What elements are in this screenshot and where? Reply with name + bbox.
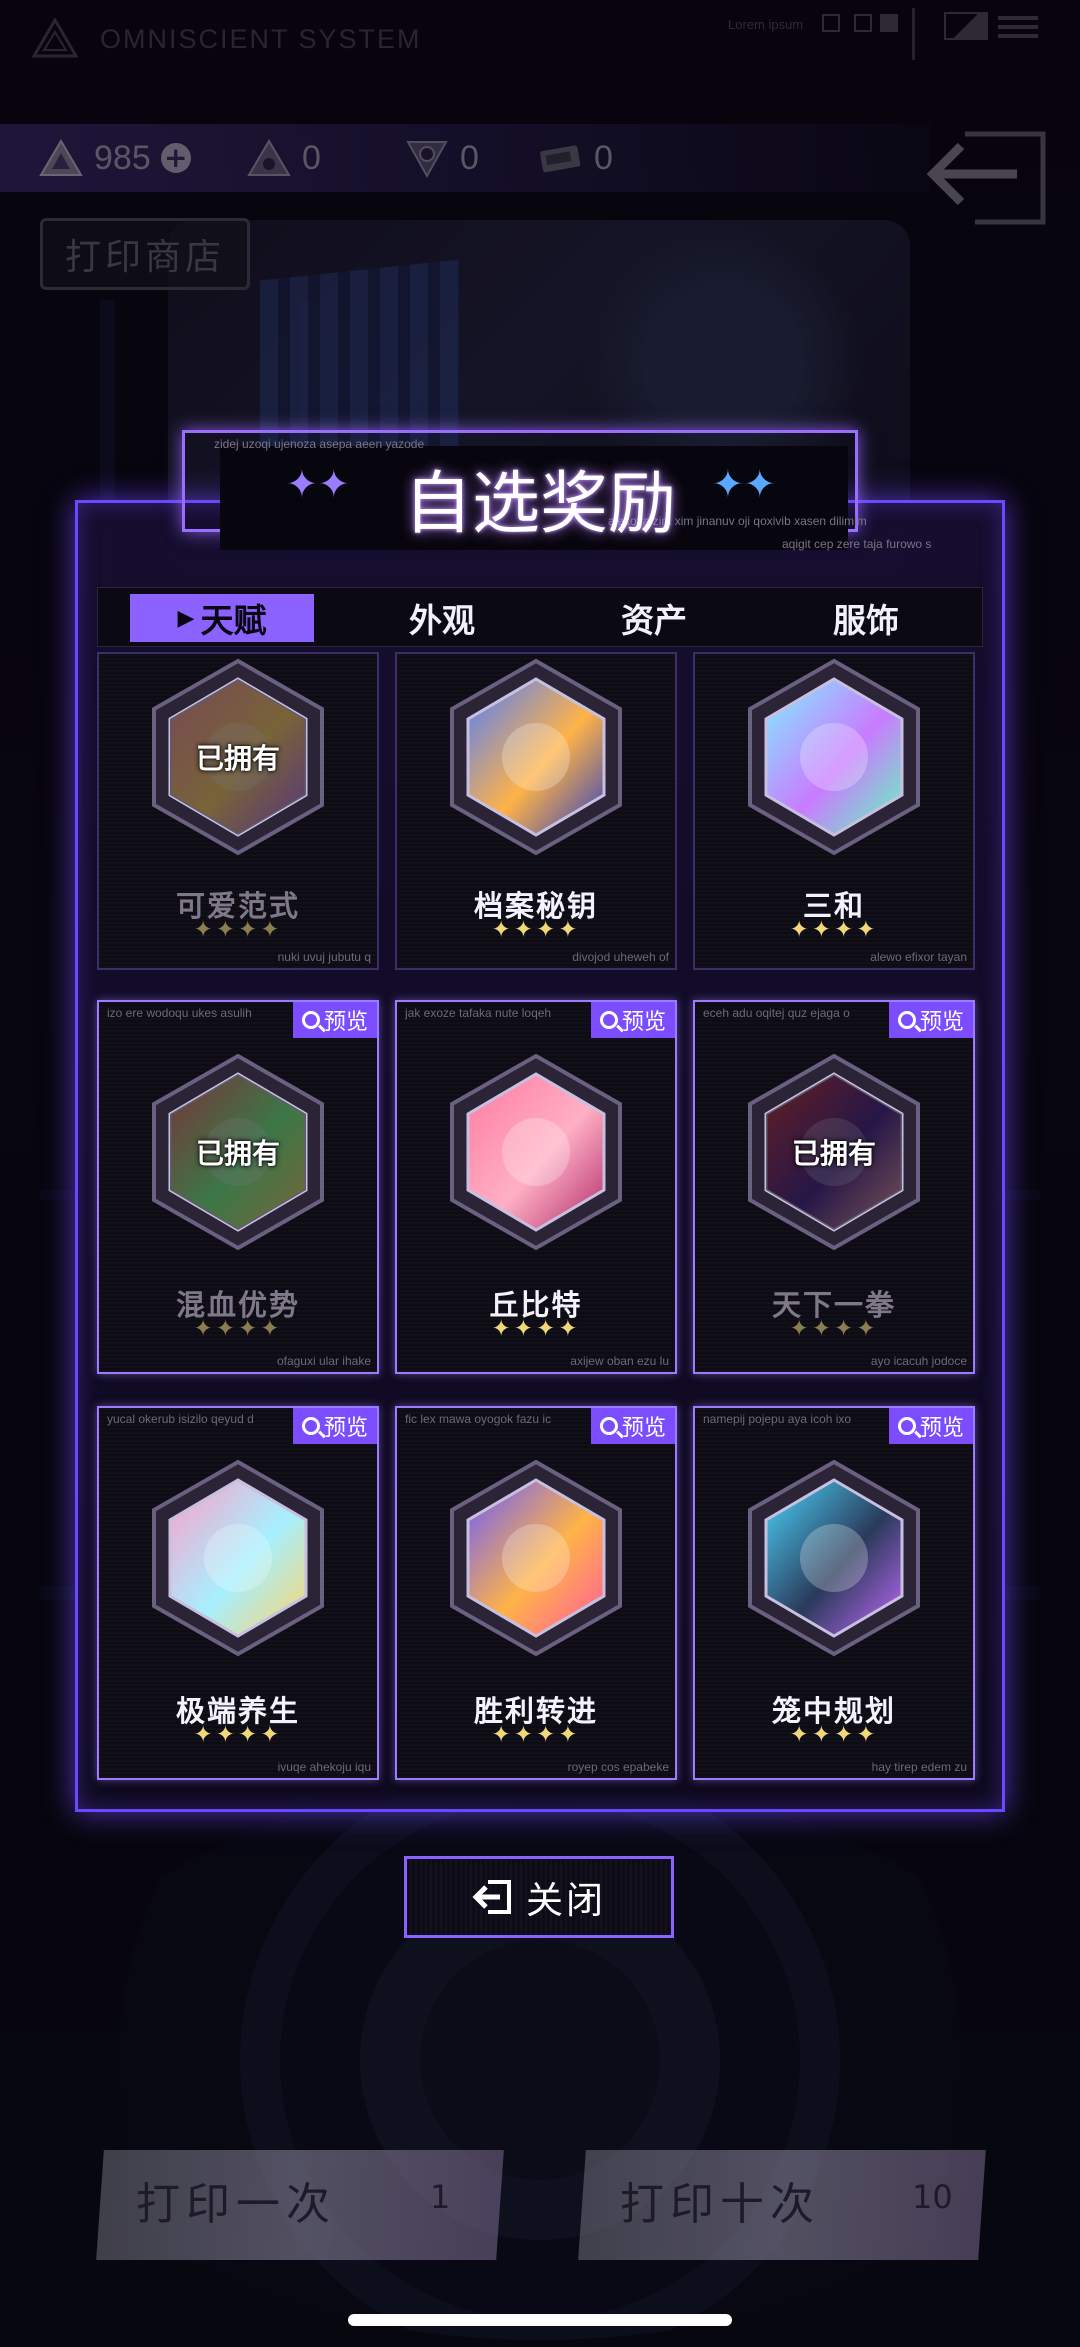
talent-cupid-icon bbox=[450, 1053, 622, 1251]
reward-card[interactable]: 档案秘钥 ✦✦✦✦ divojod uheweh of bbox=[395, 652, 677, 970]
magnifier-icon bbox=[301, 1417, 320, 1435]
card-code: namepij pojepu aya icoh ixo bbox=[703, 1412, 852, 1426]
card-code: nuki uvuj jubutu q bbox=[277, 950, 371, 964]
magnifier-icon bbox=[599, 1417, 618, 1435]
talent-badge: 已拥有 bbox=[148, 1052, 328, 1252]
talent-cage-icon bbox=[748, 1459, 920, 1657]
tab-label: 资产 bbox=[621, 601, 687, 640]
print-once-count: 1 bbox=[430, 2178, 451, 2216]
magnifier-icon bbox=[897, 1417, 916, 1435]
preview-label: 预览 bbox=[323, 1416, 368, 1441]
print-ten-label: 打印十次 bbox=[620, 2179, 820, 2230]
owned-badge: 已拥有 bbox=[195, 742, 281, 775]
home-indicator[interactable] bbox=[348, 2314, 732, 2326]
print-once-label: 打印一次 bbox=[136, 2179, 336, 2230]
rarity-stars: ✦✦✦✦ bbox=[193, 917, 283, 943]
preview-label: 预览 bbox=[621, 1010, 666, 1035]
modal-title: 自选奖励 bbox=[403, 465, 676, 544]
close-label: 关闭 bbox=[526, 1879, 606, 1922]
talent-lotus-icon bbox=[748, 658, 920, 856]
rarity-stars: ✦✦✦✦ bbox=[789, 1316, 879, 1342]
tab-outfits[interactable]: 服饰 bbox=[774, 594, 958, 642]
tab-assets[interactable]: 资产 bbox=[562, 594, 746, 642]
talent-badge bbox=[148, 1458, 328, 1658]
rarity-stars: ✦✦✦✦ bbox=[789, 917, 879, 943]
card-code: royep cos epabeke bbox=[567, 1760, 669, 1774]
preview-label: 预览 bbox=[323, 1010, 368, 1035]
card-code: jak exoze tafaka nute loqeh bbox=[405, 1006, 552, 1020]
owned-badge: 已拥有 bbox=[791, 1137, 877, 1170]
rarity-stars: ✦✦✦✦ bbox=[491, 917, 581, 943]
magnifier-icon bbox=[301, 1011, 320, 1029]
card-code: hay tirep edem zu bbox=[871, 1760, 967, 1774]
preview-button[interactable]: 预览 bbox=[591, 1408, 675, 1444]
preview-label: 预览 bbox=[919, 1010, 964, 1035]
preview-button[interactable]: 预览 bbox=[293, 1002, 377, 1038]
talent-badge bbox=[744, 1458, 924, 1658]
card-code: fic lex mawa oyogok fazu ic bbox=[405, 1412, 552, 1426]
talent-badge bbox=[446, 1458, 626, 1658]
talent-victory-icon bbox=[450, 1459, 622, 1657]
rarity-stars: ✦✦✦✦ bbox=[193, 1722, 283, 1748]
rarity-stars: ✦✦✦✦ bbox=[491, 1316, 581, 1342]
card-code: yucal okerub isizilo qeyud d bbox=[107, 1412, 254, 1426]
preview-button[interactable]: 预览 bbox=[591, 1002, 675, 1038]
tab-label: 外观 bbox=[409, 601, 475, 640]
caret-right-icon: ▶ bbox=[177, 605, 195, 631]
reward-card[interactable]: izo ere wodoqu ukes asulih 预览 已拥有 混血优势 ✦✦… bbox=[97, 1000, 379, 1374]
card-code: ofaguxi ular ihake bbox=[276, 1354, 371, 1368]
reward-card[interactable]: 三和 ✦✦✦✦ alewo efixor tayan bbox=[693, 652, 975, 970]
reward-card[interactable]: namepij pojepu aya icoh ixo 预览 笼中规划 ✦✦✦✦ … bbox=[693, 1406, 975, 1780]
talent-badge bbox=[446, 657, 626, 857]
card-code: izo ere wodoqu ukes asulih bbox=[107, 1006, 252, 1020]
talent-badge: 已拥有 bbox=[148, 657, 328, 857]
tab-bar: ▶ 天赋 外观 资产 服饰 bbox=[97, 587, 983, 647]
reward-card[interactable]: eceh adu oqitej quz ejaga o 预览 已拥有 天下一拳 ✦… bbox=[693, 1000, 975, 1374]
card-code: divojod uheweh of bbox=[572, 950, 669, 964]
preview-button[interactable]: 预览 bbox=[889, 1408, 973, 1444]
card-code: ayo icacuh jodoce bbox=[870, 1354, 967, 1368]
reward-card[interactable]: fic lex mawa oyogok fazu ic 预览 胜利转进 ✦✦✦✦ … bbox=[395, 1406, 677, 1780]
magnifier-icon bbox=[897, 1011, 916, 1029]
talent-badge bbox=[744, 657, 924, 857]
tab-appearance[interactable]: 外观 bbox=[350, 594, 534, 642]
preview-button[interactable]: 预览 bbox=[293, 1408, 377, 1444]
card-code: axijew oban ezu lu bbox=[570, 1354, 669, 1368]
exit-arrow-icon bbox=[472, 1880, 511, 1914]
preview-button[interactable]: 预览 bbox=[889, 1002, 973, 1038]
owned-badge: 已拥有 bbox=[195, 1137, 281, 1170]
preview-label: 预览 bbox=[621, 1416, 666, 1441]
tab-talent[interactable]: ▶ 天赋 bbox=[130, 594, 314, 642]
magnifier-icon bbox=[599, 1011, 618, 1029]
rarity-stars: ✦✦✦✦ bbox=[789, 1722, 879, 1748]
talent-badge bbox=[446, 1052, 626, 1252]
card-code: alewo efixor tayan bbox=[870, 950, 967, 964]
print-ten-count: 10 bbox=[912, 2178, 953, 2216]
reward-card[interactable]: yucal okerub isizilo qeyud d 预览 极端养生 ✦✦✦✦… bbox=[97, 1406, 379, 1780]
talent-key-icon bbox=[450, 658, 622, 856]
rarity-stars: ✦✦✦✦ bbox=[193, 1316, 283, 1342]
reward-card[interactable]: 已拥有 可爱范式 ✦✦✦✦ nuki uvuj jubutu q bbox=[97, 652, 379, 970]
tab-label: 天赋 bbox=[200, 601, 267, 640]
reward-card[interactable]: jak exoze tafaka nute loqeh 预览 丘比特 ✦✦✦✦ a… bbox=[395, 1000, 677, 1374]
talent-badge: 已拥有 bbox=[744, 1052, 924, 1252]
talent-capybara-icon bbox=[152, 1459, 324, 1657]
card-code: eceh adu oqitej quz ejaga o bbox=[703, 1006, 850, 1020]
close-button[interactable]: 关闭 bbox=[404, 1856, 674, 1938]
card-code: ivuqe ahekoju iqu bbox=[277, 1760, 371, 1774]
rarity-stars: ✦✦✦✦ bbox=[491, 1722, 581, 1748]
preview-label: 预览 bbox=[919, 1416, 964, 1441]
tab-label: 服饰 bbox=[833, 601, 899, 640]
